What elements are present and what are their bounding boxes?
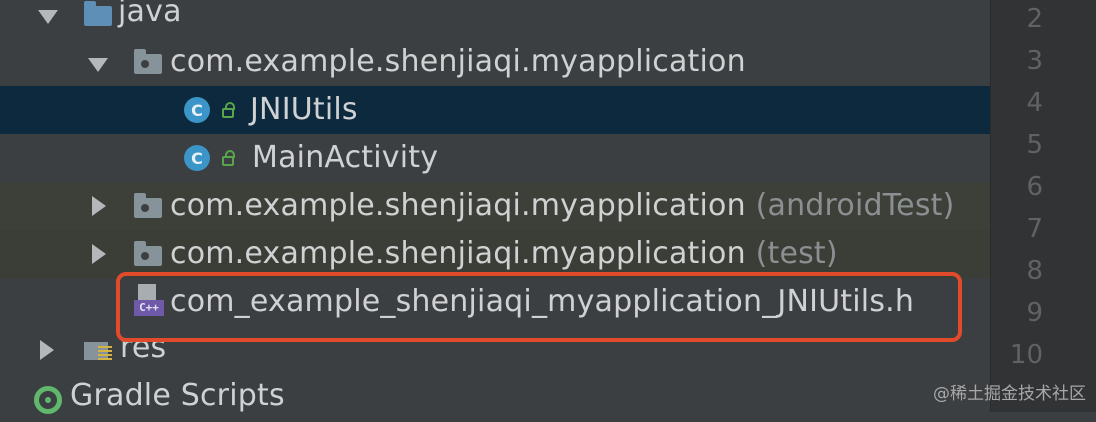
tree-item-res[interactable]: res [0, 326, 990, 374]
tree-item-label: JNIUtils [250, 92, 358, 127]
package-icon [134, 241, 162, 266]
line-number: 7 [1026, 214, 1043, 244]
tree-item-mainactivity[interactable]: C MainActivity [0, 134, 990, 182]
tree-item-label: com_example_shenjiaqi_myapplication_JNIU… [170, 284, 915, 319]
line-number: 3 [1026, 46, 1043, 76]
class-icon: C [184, 97, 210, 123]
resource-folder-icon [84, 338, 112, 360]
tree-item-suffix: (test) [755, 236, 838, 271]
tree-item-label: Gradle Scripts [70, 378, 285, 413]
tree-item-label: java [118, 0, 182, 29]
expand-arrow-icon[interactable] [40, 340, 54, 360]
unlock-icon [222, 150, 235, 166]
tree-item-package-test[interactable]: com.example.shenjiaqi.myapplication (tes… [0, 230, 990, 278]
package-icon [134, 193, 162, 218]
watermark: @稀土掘金技术社区 [933, 384, 1086, 404]
tree-item-package-main[interactable]: com.example.shenjiaqi.myapplication [0, 40, 990, 88]
line-number: 6 [1026, 172, 1043, 202]
line-number: 4 [1026, 88, 1043, 118]
folder-icon [84, 1, 112, 26]
expand-arrow-icon[interactable] [92, 196, 106, 216]
tree-item-label: res [120, 330, 167, 365]
tree-item-header-file[interactable]: C++ com_example_shenjiaqi_myapplication_… [0, 278, 990, 326]
tree-item-label: com.example.shenjiaqi.myapplication (and… [170, 188, 955, 223]
tree-item-suffix: (androidTest) [755, 188, 955, 223]
tree-item-label: com.example.shenjiaqi.myapplication (tes… [170, 236, 838, 271]
expand-arrow-icon[interactable] [92, 244, 106, 264]
line-number: 2 [1026, 4, 1043, 34]
expand-arrow-icon[interactable] [88, 58, 108, 72]
tree-item-java[interactable]: java [0, 0, 990, 40]
tree-item-jniutils[interactable]: C JNIUtils [0, 86, 990, 134]
cpp-header-file-icon: C++ [134, 284, 164, 318]
expand-arrow-icon[interactable] [38, 10, 58, 24]
line-number: 10 [1009, 340, 1043, 370]
line-number: 9 [1026, 298, 1043, 328]
unlock-icon [222, 102, 235, 118]
package-icon [134, 49, 162, 74]
tree-item-label: com.example.shenjiaqi.myapplication [170, 44, 746, 79]
project-tree: java com.example.shenjiaqi.myapplication… [0, 0, 990, 414]
tree-item-gradle-scripts[interactable]: Gradle Scripts [0, 374, 990, 422]
tree-item-package-androidtest[interactable]: com.example.shenjiaqi.myapplication (and… [0, 182, 990, 230]
gradle-icon [34, 386, 62, 414]
tree-item-label: MainActivity [252, 140, 439, 175]
line-number-gutter: 2 3 4 5 6 7 8 9 10 [990, 0, 1096, 412]
class-icon: C [184, 145, 210, 171]
line-number: 8 [1026, 256, 1043, 286]
line-number: 5 [1026, 130, 1043, 160]
